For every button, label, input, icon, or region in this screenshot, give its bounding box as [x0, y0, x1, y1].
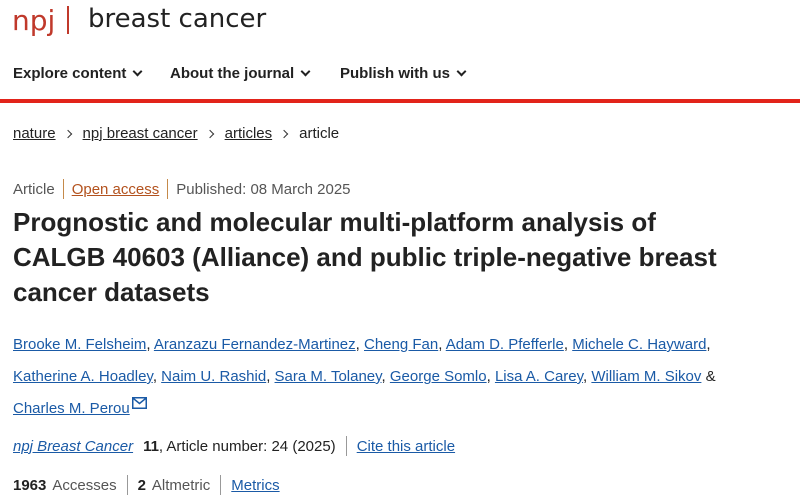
citation-row: npj Breast Cancer 11 , Article number: 2…	[13, 436, 455, 456]
cite-this-article-link[interactable]: Cite this article	[357, 438, 455, 455]
breadcrumb-journal[interactable]: npj breast cancer	[83, 125, 198, 142]
mail-icon[interactable]	[131, 397, 147, 409]
article-title: Prognostic and molecular multi-platform …	[13, 207, 717, 307]
author-link[interactable]: William M. Sikov	[591, 368, 701, 385]
altmetric-label: Altmetric	[151, 476, 211, 494]
metrics-link[interactable]: Metrics	[231, 477, 279, 494]
chevron-right-icon	[205, 129, 214, 138]
chevron-down-icon	[456, 66, 467, 77]
chevron-right-icon	[63, 129, 72, 138]
published-date: Published: 08 March 2025	[176, 180, 351, 198]
nav-item-label: About the journal	[170, 65, 295, 82]
accesses-label: Accesses	[52, 476, 117, 494]
article-meta: Article Open access Published: 08 March …	[13, 179, 351, 199]
brand-divider	[67, 6, 69, 34]
authors-ampersand: &	[705, 368, 716, 385]
nav-item-label: Publish with us	[340, 65, 451, 82]
article-stats: 1963 Accesses 2 Altmetric Metrics	[13, 475, 280, 495]
author-link[interactable]: Naim U. Rashid	[161, 368, 266, 385]
open-access-link[interactable]: Open access	[72, 181, 160, 198]
journal-link[interactable]: npj Breast Cancer	[13, 438, 133, 455]
breadcrumb: nature npj breast cancer articles articl…	[13, 125, 339, 142]
breadcrumb-nature[interactable]: nature	[13, 125, 56, 142]
author-list: Brooke M. Felsheim, Aranzazu Fernandez-M…	[13, 336, 716, 417]
breadcrumb-articles[interactable]: articles	[225, 125, 273, 142]
nav-explore-content[interactable]: Explore content	[13, 65, 143, 82]
article-type: Article	[13, 180, 55, 198]
author-link[interactable]: George Somlo	[390, 368, 487, 385]
nav-item-label: Explore content	[13, 65, 127, 82]
masthead: npj breast cancer	[0, 0, 800, 42]
author-link[interactable]: Aranzazu Fernandez-Martinez	[154, 336, 356, 353]
author-link[interactable]: Charles M. Perou	[13, 400, 130, 417]
journal-name[interactable]: breast cancer	[88, 4, 266, 34]
volume-number: 11	[143, 437, 159, 455]
main-nav: Explore content About the journal Publis…	[0, 56, 800, 100]
author-link[interactable]: Cheng Fan	[364, 336, 438, 353]
author-link[interactable]: Michele C. Hayward	[572, 336, 706, 353]
breadcrumb-current: article	[299, 125, 340, 142]
brand-logo-npj[interactable]: npj	[12, 4, 55, 37]
meta-divider	[62, 179, 64, 199]
nav-about-journal[interactable]: About the journal	[170, 65, 311, 82]
citation-divider	[345, 436, 347, 456]
accesses-count: 1963	[13, 476, 47, 494]
nav-publish-with-us[interactable]: Publish with us	[340, 65, 467, 82]
altmetric-count: 2	[137, 476, 146, 494]
nav-underline	[0, 99, 800, 103]
stats-divider	[220, 475, 222, 495]
stats-divider	[126, 475, 128, 495]
chevron-down-icon	[300, 66, 311, 77]
article-number: , Article number: 24 (2025)	[158, 437, 336, 455]
author-link[interactable]: Lisa A. Carey	[495, 368, 583, 385]
meta-divider	[167, 179, 169, 199]
chevron-down-icon	[132, 66, 143, 77]
author-link[interactable]: Sara M. Tolaney	[275, 368, 382, 385]
chevron-right-icon	[279, 129, 289, 138]
author-link[interactable]: Brooke M. Felsheim	[13, 336, 146, 353]
author-link[interactable]: Adam D. Pfefferle	[446, 336, 564, 353]
author-link[interactable]: Katherine A. Hoadley	[13, 368, 153, 385]
